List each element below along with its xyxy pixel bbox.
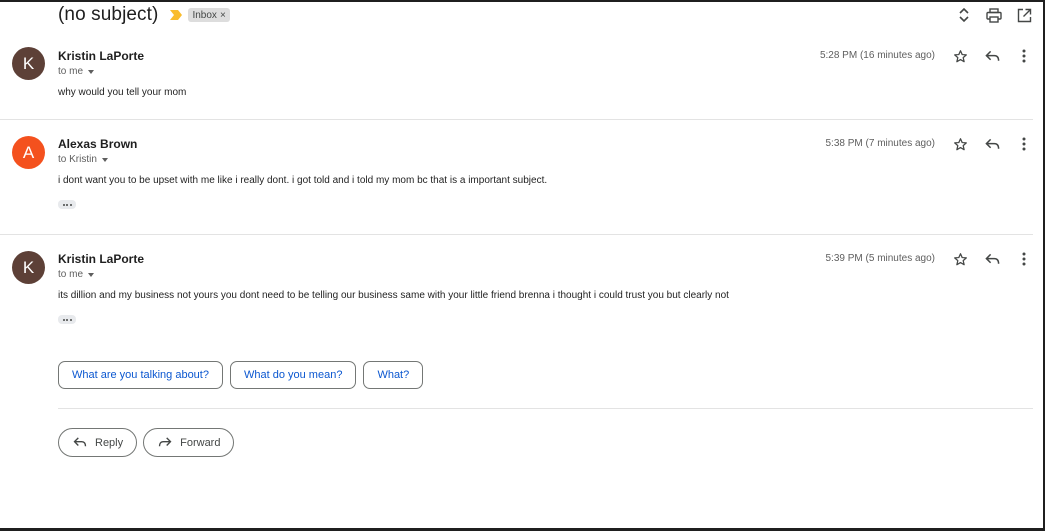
reply-forward-bar: Reply Forward bbox=[58, 428, 235, 457]
message-body: why would you tell your mom bbox=[58, 87, 187, 98]
importance-marker-icon[interactable] bbox=[170, 10, 183, 20]
reply-button[interactable]: Reply bbox=[58, 428, 138, 457]
message-body: its dillion and my business not yours yo… bbox=[58, 290, 729, 301]
forward-icon bbox=[158, 437, 172, 448]
recipient-text: to me bbox=[58, 66, 84, 77]
smart-reply-chip[interactable]: What are you talking about? bbox=[58, 361, 223, 389]
chevron-down-icon bbox=[101, 158, 108, 162]
smart-reply-chip[interactable]: What do you mean? bbox=[229, 361, 357, 389]
sender-name[interactable]: Alexas Brown bbox=[58, 137, 137, 151]
star-icon[interactable] bbox=[949, 133, 971, 155]
reply-icon bbox=[73, 437, 87, 448]
reply-label: Reply bbox=[95, 436, 124, 449]
message-actions bbox=[949, 133, 1035, 155]
sender-name[interactable]: Kristin LaPorte bbox=[58, 252, 144, 266]
message-time: 5:39 PM (5 minutes ago) bbox=[825, 253, 936, 264]
thread-subject: (no subject) bbox=[58, 4, 159, 25]
sender-name[interactable]: Kristin LaPorte bbox=[58, 49, 144, 63]
more-vert-icon[interactable] bbox=[1013, 45, 1035, 67]
show-trimmed-content-button[interactable] bbox=[58, 200, 76, 209]
reply-icon[interactable] bbox=[981, 45, 1003, 67]
open-in-new-icon[interactable] bbox=[1013, 4, 1035, 26]
recipient-dropdown[interactable]: to me bbox=[58, 66, 95, 77]
recipient-dropdown[interactable]: to me bbox=[58, 269, 95, 280]
avatar-letter: K bbox=[22, 53, 35, 73]
recipient-text: to Kristin bbox=[58, 154, 97, 165]
more-vert-icon[interactable] bbox=[1013, 133, 1035, 155]
show-trimmed-content-button[interactable] bbox=[58, 315, 76, 324]
reply-icon[interactable] bbox=[981, 133, 1003, 155]
message-divider bbox=[0, 119, 1033, 120]
print-icon[interactable] bbox=[983, 4, 1005, 26]
recipient-text: to me bbox=[58, 269, 84, 280]
avatar[interactable]: K bbox=[12, 251, 45, 284]
reply-icon[interactable] bbox=[981, 248, 1003, 270]
chevron-down-icon bbox=[88, 273, 95, 277]
smart-reply-chip[interactable]: What? bbox=[363, 361, 424, 389]
unfold-icon[interactable] bbox=[953, 4, 975, 26]
avatar[interactable]: A bbox=[12, 136, 45, 169]
message-body: i dont want you to be upset with me like… bbox=[58, 175, 548, 186]
smart-replies: What are you talking about? What do you … bbox=[58, 361, 424, 389]
message-divider bbox=[0, 234, 1033, 235]
star-icon[interactable] bbox=[949, 248, 971, 270]
avatar-letter: K bbox=[22, 257, 35, 277]
label-text: Inbox bbox=[192, 9, 217, 21]
subject-row: (no subject) Inbox × bbox=[58, 2, 230, 28]
recipient-dropdown[interactable]: to Kristin bbox=[58, 154, 108, 165]
reply-area-divider bbox=[58, 408, 1033, 409]
more-vert-icon[interactable] bbox=[1013, 248, 1035, 270]
inbox-label-chip: Inbox × bbox=[188, 8, 230, 22]
message-time: 5:38 PM (7 minutes ago) bbox=[825, 138, 936, 149]
avatar[interactable]: K bbox=[12, 47, 45, 80]
thread-toolbar bbox=[953, 4, 1043, 26]
forward-label: Forward bbox=[180, 436, 221, 449]
star-icon[interactable] bbox=[949, 45, 971, 67]
avatar-letter: A bbox=[22, 142, 35, 162]
remove-label-icon[interactable]: × bbox=[220, 10, 226, 21]
email-thread-pane: (no subject) Inbox × K Kristin LaPorte t… bbox=[0, 0, 1043, 528]
chevron-down-icon bbox=[88, 70, 95, 74]
forward-button[interactable]: Forward bbox=[143, 428, 235, 457]
message-actions bbox=[949, 248, 1035, 270]
message-time: 5:28 PM (16 minutes ago) bbox=[819, 50, 935, 61]
message-actions bbox=[949, 45, 1035, 67]
